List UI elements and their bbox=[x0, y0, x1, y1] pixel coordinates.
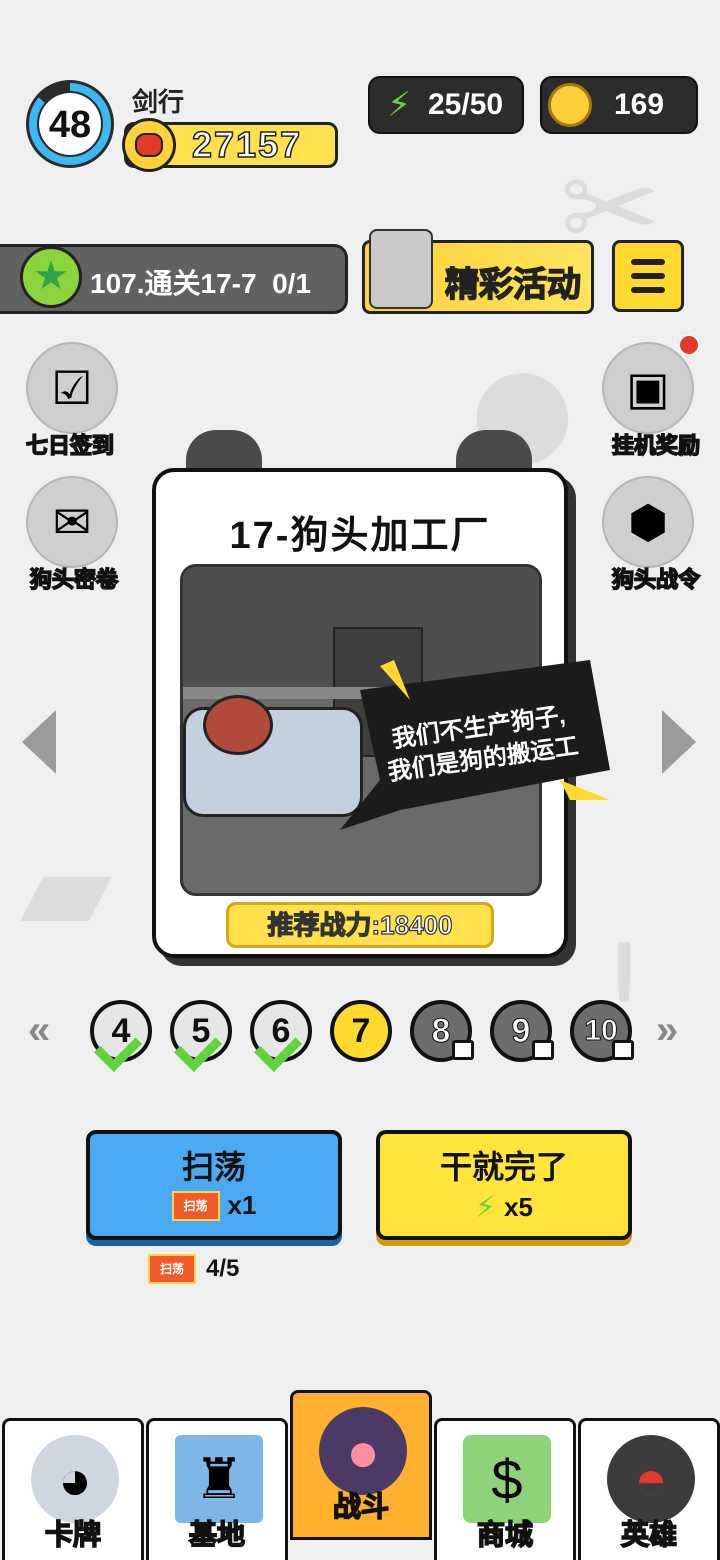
go-label: 干就完了 bbox=[439, 1149, 568, 1185]
menu-button[interactable] bbox=[612, 240, 684, 312]
bg-gun-icon: ▰ bbox=[20, 820, 113, 959]
fist-icon bbox=[122, 118, 176, 172]
energy-box[interactable]: ⚡ 25/50 bbox=[368, 76, 524, 134]
coin-value: 169 bbox=[614, 88, 665, 121]
nav-tab-shop[interactable]: $ 商城 bbox=[434, 1418, 576, 1560]
battle-pass-button[interactable]: ⬢ bbox=[602, 476, 694, 568]
castle-icon: ♜ bbox=[175, 1435, 263, 1523]
energy-value: 25/50 bbox=[428, 88, 504, 121]
nav-tab-heroes[interactable]: ◓ 英雄 bbox=[578, 1418, 720, 1560]
bottom-nav: ◕ 卡牌 ♜ 基地 ● 战斗 $ 商城 ◓ 英雄 bbox=[0, 1390, 720, 1560]
nav-tab-base[interactable]: ♜ 基地 bbox=[146, 1418, 288, 1560]
nav-tab-cards[interactable]: ◕ 卡牌 bbox=[2, 1418, 144, 1560]
menu-icon bbox=[631, 259, 665, 265]
level-prev-button[interactable]: « bbox=[28, 1008, 50, 1053]
coin-box[interactable]: 169 bbox=[540, 76, 698, 134]
ticket-icon: 扫荡 bbox=[148, 1254, 196, 1284]
husky-icon: ◕ bbox=[31, 1435, 119, 1523]
recommended-power: 推荐战力:18400 bbox=[226, 902, 494, 948]
event-label: 精彩活动 bbox=[444, 265, 582, 305]
energy-icon: ⚡ bbox=[475, 1191, 497, 1224]
lock-icon bbox=[612, 1040, 634, 1060]
next-stage-arrow-icon[interactable] bbox=[662, 710, 696, 774]
idle-reward-button[interactable]: ▣ bbox=[602, 334, 700, 434]
secret-button[interactable]: ✉ bbox=[22, 476, 118, 568]
calendar-icon: ☑ bbox=[26, 342, 118, 434]
notification-dot bbox=[678, 334, 700, 356]
sweep-button[interactable]: 扫荡 扫荡 x1 bbox=[86, 1130, 342, 1240]
go-button[interactable]: 干就完了 ⚡ x5 bbox=[376, 1130, 632, 1240]
go-cost: x5 bbox=[504, 1192, 533, 1222]
event-building-icon bbox=[369, 229, 433, 309]
checkin-button[interactable]: ☑ bbox=[22, 342, 118, 434]
scroll-icon: ✉ bbox=[26, 476, 118, 568]
power-value: 27157 bbox=[191, 123, 303, 166]
secret-label: 狗头密卷 bbox=[29, 566, 119, 593]
stage-progress-text: 107.通关17-7 0/1 bbox=[90, 268, 312, 299]
coin-plus-icon[interactable] bbox=[548, 83, 592, 127]
treasure-chest-icon: ▣ bbox=[602, 342, 694, 434]
stage-title: 17-狗头加工厂 bbox=[229, 515, 491, 557]
money-icon: $ bbox=[463, 1435, 551, 1523]
ticket-count: 扫荡 4/5 bbox=[148, 1254, 239, 1284]
player-name: 剑行 bbox=[132, 87, 185, 117]
idle-reward-label: 挂机奖励 bbox=[611, 432, 701, 459]
sweep-cost: x1 bbox=[227, 1190, 257, 1220]
sweep-label: 扫荡 bbox=[181, 1149, 246, 1185]
event-banner[interactable]: 精彩活动 bbox=[362, 229, 594, 314]
level-node-current[interactable]: 7 bbox=[330, 1000, 392, 1062]
raccoon-hero-icon: ◓ bbox=[607, 1435, 695, 1523]
player-level: 48 bbox=[48, 104, 92, 146]
paw-icon: ● bbox=[319, 1407, 407, 1495]
battle-pass-label: 狗头战令 bbox=[611, 566, 701, 593]
prev-stage-arrow-icon[interactable] bbox=[22, 710, 56, 774]
checkin-label: 七日签到 bbox=[25, 432, 115, 459]
star-icon: ★ bbox=[20, 246, 82, 308]
battle-pass-icon: ⬢ bbox=[602, 476, 694, 568]
level-next-button[interactable]: » bbox=[656, 1008, 678, 1053]
lock-icon bbox=[532, 1040, 554, 1060]
energy-plus-icon[interactable]: ⚡ bbox=[378, 84, 420, 126]
sweep-ticket-icon: 扫荡 bbox=[171, 1190, 220, 1221]
lock-icon bbox=[452, 1040, 474, 1060]
nav-tab-battle[interactable]: ● 战斗 bbox=[290, 1390, 432, 1540]
